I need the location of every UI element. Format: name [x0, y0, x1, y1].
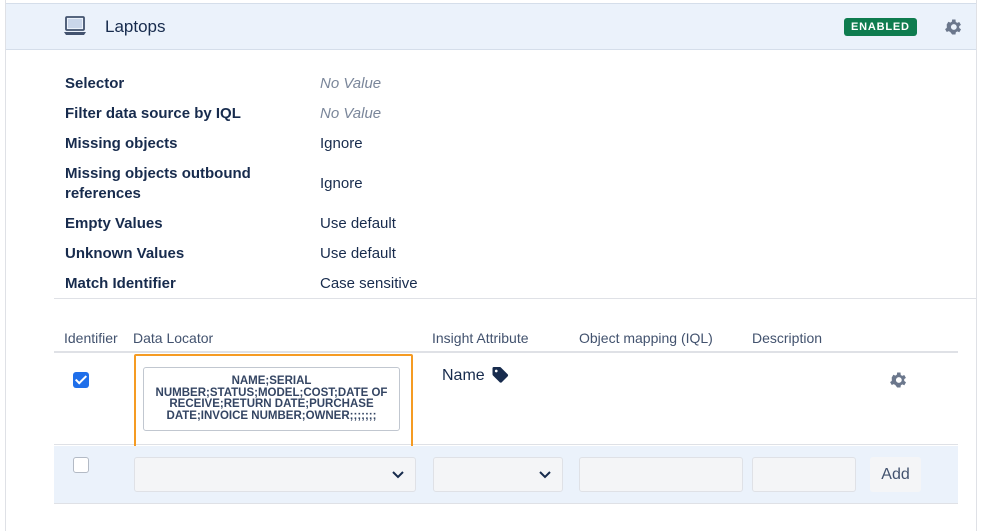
card-header: Laptops ENABLED — [6, 3, 976, 50]
property-value: Ignore — [320, 175, 363, 192]
gear-icon[interactable] — [943, 17, 963, 37]
mapping-card: Laptops ENABLED Selector No Value Filter… — [5, 0, 977, 531]
property-label: Filter data source by IQL — [65, 105, 241, 122]
data-locator-value: NAME;SERIAL NUMBER;STATUS;MODEL;COST;DAT… — [155, 375, 388, 422]
column-header-object-mapping: Object mapping (IQL) — [579, 330, 713, 346]
property-value: Use default — [320, 245, 396, 262]
row-gear-icon[interactable] — [888, 370, 908, 390]
column-header-insight-attribute: Insight Attribute — [432, 330, 529, 346]
laptop-icon — [64, 16, 86, 35]
property-value: No Value — [320, 75, 382, 92]
object-mapping-input[interactable] — [579, 457, 743, 492]
chevron-down-icon — [392, 471, 404, 479]
insight-attribute-select[interactable] — [433, 457, 563, 492]
section-divider — [54, 298, 976, 299]
mapping-table-header: Identifier Data Locator Insight Attribut… — [54, 327, 958, 353]
column-header-description: Description — [752, 330, 823, 346]
card-title: Laptops — [105, 17, 166, 36]
table-row: NAME;SERIAL NUMBER;STATUS;MODEL;COST;DAT… — [54, 354, 958, 451]
insight-attribute-name: Name — [442, 367, 485, 384]
property-label: Empty Values — [65, 215, 163, 232]
column-header-identifier: Identifier — [64, 330, 118, 346]
property-label: Missing objects outbound references — [65, 165, 251, 202]
column-header-data-locator: Data Locator — [133, 330, 214, 346]
property-label: Missing objects — [65, 135, 178, 152]
property-label: Unknown Values — [65, 245, 185, 262]
description-input[interactable] — [752, 457, 856, 492]
chevron-down-icon — [539, 471, 551, 479]
property-value: Case sensitive — [320, 275, 418, 292]
property-value: Use default — [320, 215, 396, 232]
add-button[interactable]: Add — [870, 457, 921, 492]
property-value: No Value — [320, 105, 382, 122]
data-locator-select[interactable] — [134, 457, 416, 492]
new-identifier-checkbox[interactable] — [73, 457, 89, 473]
status-badge: ENABLED — [844, 18, 917, 36]
identifier-checkbox[interactable] — [73, 372, 89, 388]
property-label: Match Identifier — [65, 275, 176, 292]
tag-icon — [492, 367, 509, 383]
new-mapping-row: Add — [54, 446, 958, 504]
property-value: Ignore — [320, 135, 363, 152]
data-locator-field[interactable]: NAME;SERIAL NUMBER;STATUS;MODEL;COST;DAT… — [143, 367, 400, 431]
property-label: Selector — [65, 75, 125, 92]
